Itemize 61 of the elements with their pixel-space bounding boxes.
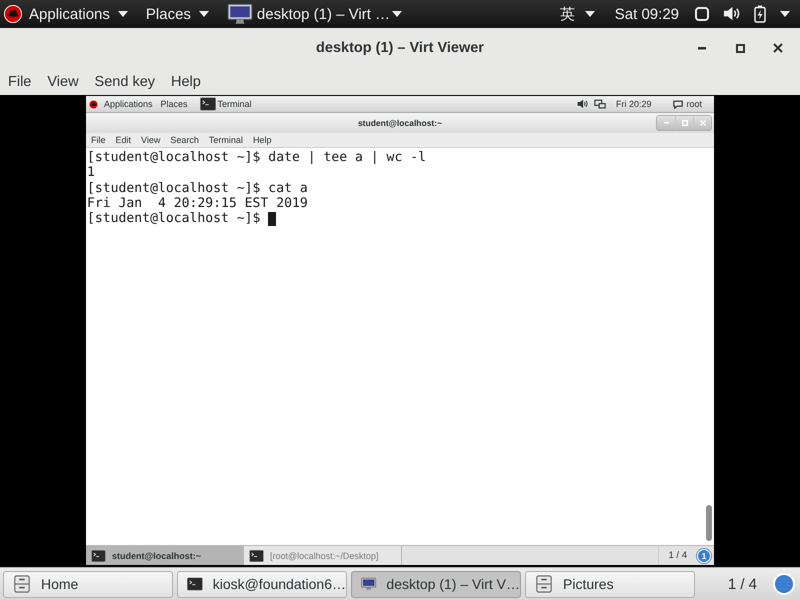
cabinet-icon [13,575,31,593]
minimize-icon [698,46,706,50]
terminal-title: student@localhost:~ [358,118,442,128]
applications-menu[interactable]: Applications [100,97,157,111]
terminal-icon [249,550,264,562]
taskbar-item[interactable]: kiosk@foundation6… [177,570,347,598]
minimize-icon [664,122,668,124]
menu-item[interactable]: File [0,70,40,94]
menu-item[interactable]: Send key [86,70,164,94]
user-icon [673,100,684,108]
caret-icon [780,11,790,17]
app-menu[interactable]: desktop (1) – Virt … [220,2,408,26]
terminal-line: Fri Jan 4 20:29:15 EST 2019 [87,196,308,212]
terminal-icon [200,97,216,111]
close-icon [773,43,783,53]
menu-item[interactable]: Edit [110,134,136,146]
caret-icon [118,11,128,17]
menu-item[interactable]: Terminal [204,134,248,146]
menu-item[interactable]: File [86,134,111,146]
taskbar-item[interactable]: Home [3,570,173,598]
user-menu[interactable]: root [669,97,706,111]
caret-icon [584,11,595,17]
terminal-line: 1 [87,165,95,181]
places-menu[interactable]: Places [140,2,215,26]
taskbar-item[interactable]: desktop (1) – Virt V… [351,570,521,598]
battery-icon[interactable] [754,5,766,23]
speaker-icon [576,99,588,109]
close-icon [700,120,706,126]
speaker-icon [723,6,740,22]
input-method-menu[interactable]: 英 [554,2,601,26]
taskbar-item[interactable]: Pictures [525,570,695,598]
window-title: desktop (1) – Virt Viewer [316,40,484,56]
maximize-icon [736,44,744,52]
clock[interactable]: Fri 20:29 [612,97,656,111]
cabinet-icon [535,575,553,593]
window-icon[interactable] [695,7,709,21]
caret-icon [198,11,209,17]
caret-icon [392,11,402,17]
menu-item[interactable]: View [136,134,166,146]
terminal-icon [91,550,106,562]
terminal-line: [student@localhost ~]$ cat a [87,180,308,196]
terminal-line: [student@localhost ~]$ date | tee a | wc -l [87,150,426,166]
monitor-icon [226,3,253,25]
clock[interactable]: Sat 09:29 [608,6,685,22]
menu-item[interactable]: Help [248,134,276,146]
menu-item[interactable]: View [39,70,87,94]
hat-logo-icon [4,5,22,23]
places-menu[interactable]: Places [156,97,192,111]
workspace-indicator[interactable]: 1 / 4 [716,576,769,592]
applications-menu[interactable]: Applications [23,2,134,26]
app-menu[interactable]: Terminal [196,97,256,111]
window-list-item[interactable]: student@localhost:~ [86,546,244,565]
hat-logo-icon [89,100,98,108]
menu-item[interactable]: Help [163,70,209,94]
notification-count[interactable]: 1 [697,548,711,562]
terminal-line: [student@localhost ~]$ [87,211,260,226]
menu-item[interactable]: Search [165,134,204,146]
scrollbar-thumb[interactable] [706,505,712,541]
maximize-icon [682,120,688,126]
notification-icon[interactable] [773,573,795,595]
network-icon [594,98,606,110]
